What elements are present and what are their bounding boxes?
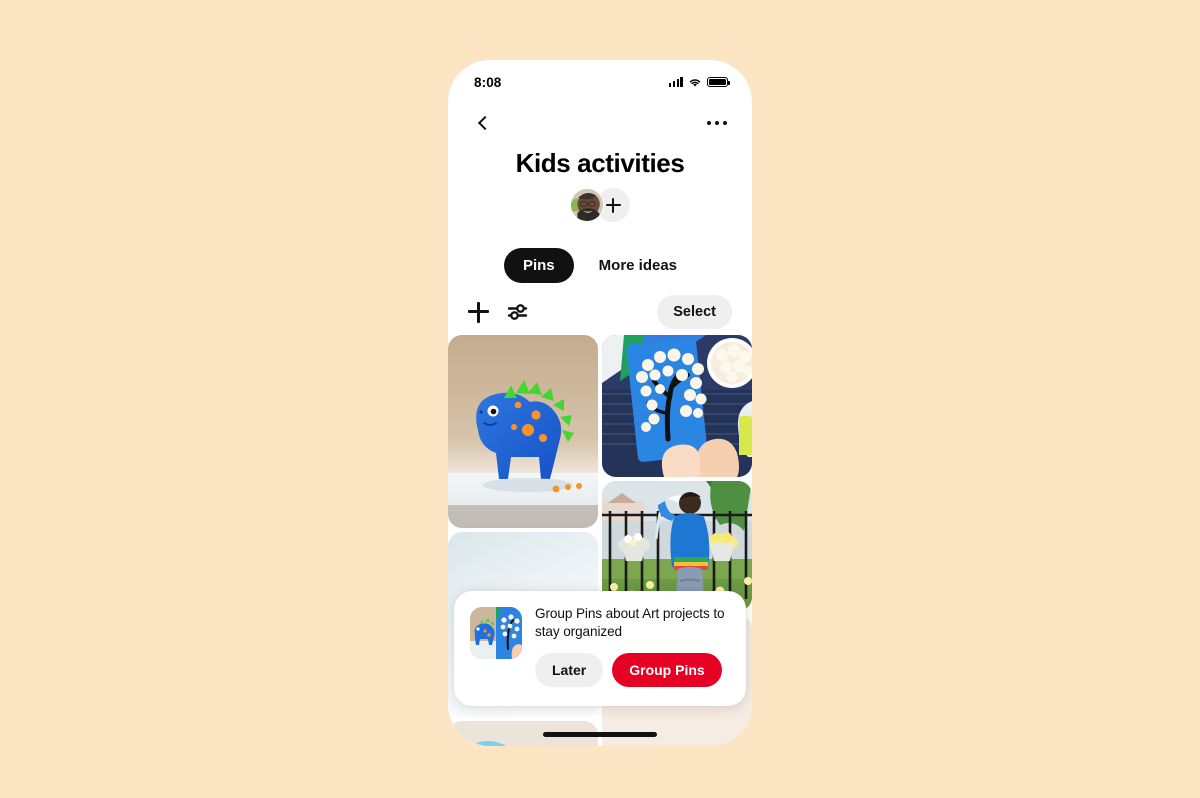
group-pins-button[interactable]: Group Pins: [612, 652, 722, 687]
avatar[interactable]: [570, 188, 604, 222]
collaborators-row: [448, 188, 752, 222]
back-chevron-icon[interactable]: [468, 108, 498, 138]
cellular-signal-icon: [668, 77, 683, 87]
wifi-icon: [689, 78, 701, 87]
page-title: Kids activities: [515, 148, 685, 178]
battery-icon: [707, 76, 731, 88]
board-action-row: Select: [448, 292, 752, 332]
status-time: 8:08: [474, 74, 502, 90]
grouped-pins-thumbnail: [470, 607, 522, 659]
tab-pins[interactable]: Pins: [503, 248, 574, 283]
board-tabs: Pins More ideas: [448, 248, 752, 283]
status-icons: [668, 76, 731, 88]
more-options-icon[interactable]: [702, 108, 732, 138]
later-button[interactable]: Later: [535, 652, 604, 687]
home-indicator: [543, 732, 657, 737]
sort-filter-sliders-icon: [507, 304, 528, 320]
create-pin-button[interactable]: [468, 301, 489, 323]
toast-message: Group Pins about Art projects to stay or…: [535, 606, 725, 639]
tab-more-ideas[interactable]: More ideas: [580, 248, 696, 283]
group-pins-toast: Group Pins about Art projects to stay or…: [454, 591, 746, 706]
nav-bar: [448, 104, 752, 142]
plus-icon: [468, 301, 489, 323]
select-button[interactable]: Select: [657, 295, 732, 329]
status-bar: 8:08: [448, 60, 752, 96]
plus-icon: [605, 197, 621, 213]
toast-actions: Later Group Pins: [535, 652, 730, 687]
pin-dinosaur[interactable]: [448, 335, 598, 528]
phone-frame: 8:08 Kids activities Pins More ideas Sel…: [448, 60, 752, 746]
pin-popcorn-tree[interactable]: [602, 335, 752, 477]
sort-filter-button[interactable]: [507, 302, 529, 322]
